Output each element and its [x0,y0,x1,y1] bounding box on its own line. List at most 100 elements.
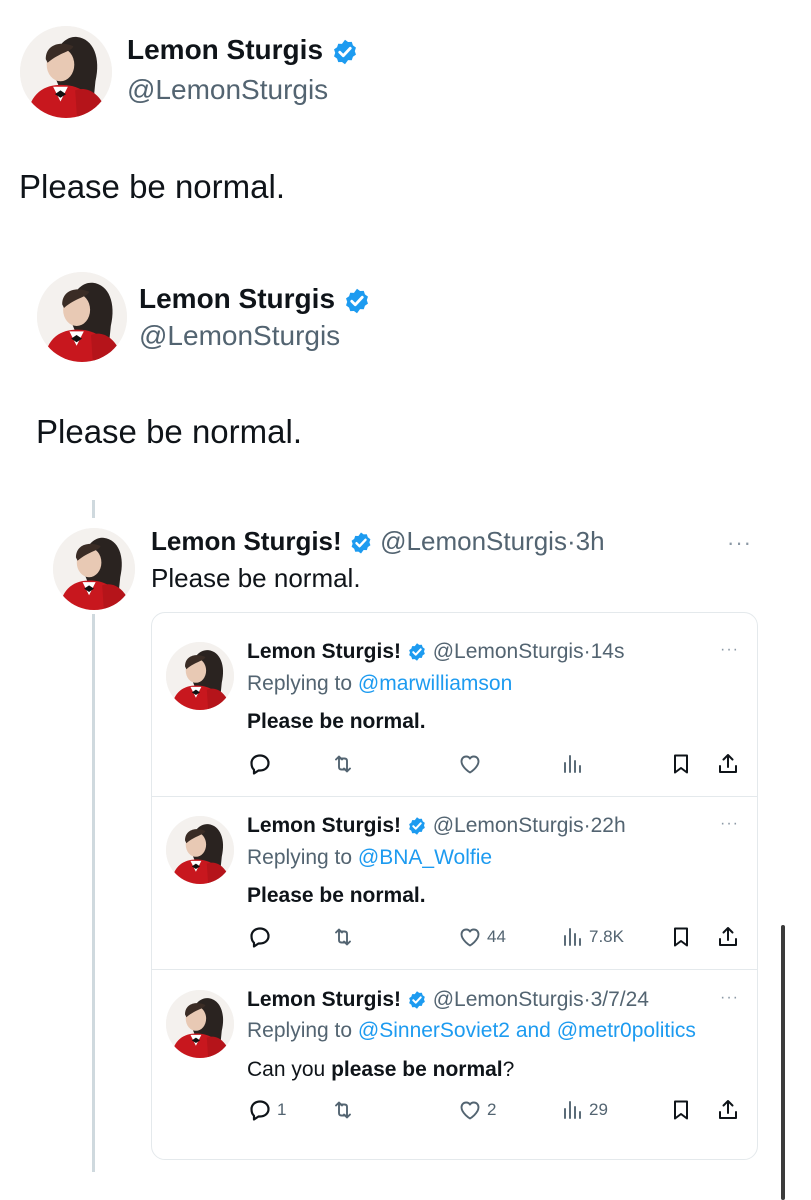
views-button[interactable]: 7.8K [560,925,624,949]
divider [152,969,757,970]
mention-link[interactable]: @metr0politics [557,1019,696,1042]
verified-badge-icon [331,38,359,66]
more-icon[interactable]: ··· [720,816,739,832]
replying-label: Replying to [247,672,353,695]
dot-separator: · [583,988,591,1011]
display-name-text[interactable]: Lemon Sturgis [127,34,323,65]
reply-text: Please be normal. [247,710,426,734]
dot-separator: · [566,526,576,556]
reply-icon [248,925,272,949]
mention-link[interactable]: @SinnerSoviet2 [358,1019,510,1042]
user-handle[interactable]: @LemonSturgis [433,640,584,663]
display-name[interactable]: Lemon Sturgis! [247,814,401,837]
avatar[interactable] [20,26,112,118]
verified-badge-icon [349,531,373,555]
avatar[interactable] [53,528,135,610]
display-name[interactable]: Lemon Sturgis! [247,988,401,1011]
user-handle[interactable]: @LemonSturgis [433,814,584,837]
timestamp[interactable]: 3/7/24 [591,988,649,1011]
verified-badge-icon [407,642,427,662]
display-name[interactable]: Lemon Sturgis [127,34,359,66]
retweet-icon [330,925,356,949]
avatar[interactable] [166,990,234,1058]
views-button[interactable] [560,752,589,776]
display-name[interactable]: Lemon Sturgis! [247,640,401,663]
retweet-icon [330,752,356,776]
share-button[interactable] [716,1098,740,1122]
like-button[interactable]: 2 [458,1098,496,1122]
more-icon[interactable]: ··· [720,990,739,1006]
bookmark-button[interactable] [669,752,693,776]
views-button[interactable]: 29 [560,1098,608,1122]
verified-badge-icon [407,990,427,1010]
bookmark-button[interactable] [669,925,693,949]
timestamp[interactable]: 14s [591,640,625,663]
like-icon [458,925,482,949]
divider [152,796,757,797]
tweet-header: Lemon Sturgis! @LemonSturgis·3h [151,526,605,557]
replying-to: Replying to @SinnerSoviet2 and @metr0pol… [247,1019,696,1043]
like-button[interactable] [458,752,487,776]
avatar[interactable] [166,816,234,884]
mention-link[interactable]: @marwilliamson [358,672,512,695]
user-handle[interactable]: @LemonSturgis [433,988,584,1011]
reply-header: Lemon Sturgis! @LemonSturgis·22h [247,814,626,838]
bookmark-icon [669,925,693,949]
views-icon [560,1098,584,1122]
scrollbar[interactable] [781,925,785,1200]
like-count: 44 [487,927,506,946]
avatar[interactable] [166,642,234,710]
more-icon[interactable]: ··· [727,532,752,554]
reply-text: Please be normal. [247,884,426,908]
views-count: 29 [589,1100,608,1119]
bookmark-button[interactable] [669,1098,693,1122]
share-icon [716,925,740,949]
dot-separator: · [583,814,591,837]
reply-icon [248,752,272,776]
user-handle[interactable]: @LemonSturgis [127,74,328,106]
views-icon [560,752,584,776]
user-handle[interactable]: @LemonSturgis [139,320,340,352]
replying-and: and [515,1019,551,1042]
mention-link[interactable]: @BNA_Wolfie [358,846,492,869]
like-count: 2 [487,1100,497,1119]
retweet-icon [330,1098,356,1122]
verified-badge-icon [407,816,427,836]
replying-label: Replying to [247,846,353,869]
views-count: 7.8K [589,927,624,946]
thread-line [92,500,95,518]
retweet-button[interactable] [330,752,356,776]
thread-line [92,614,95,1172]
like-icon [458,752,482,776]
share-icon [716,1098,740,1122]
avatar[interactable] [37,272,127,362]
reply-button[interactable] [248,925,277,949]
share-icon [716,752,740,776]
share-button[interactable] [716,925,740,949]
more-icon[interactable]: ··· [720,642,739,658]
reply-button[interactable] [248,752,277,776]
reply-text: Can you please be normal? [247,1058,514,1082]
user-handle[interactable]: @LemonSturgis [380,526,567,556]
tweet-text: Please be normal. [19,168,285,205]
replying-label: Replying to [247,1019,353,1042]
timestamp[interactable]: 3h [576,526,605,556]
replying-to: Replying to @BNA_Wolfie [247,846,492,870]
reply-text-post: ? [502,1058,515,1081]
tweet-text: Please be normal. [151,563,361,593]
reply-header: Lemon Sturgis! @LemonSturgis·3/7/24 [247,988,649,1012]
reply-text-bold: Please be normal. [247,710,426,733]
tweet-text: Please be normal. [36,413,302,450]
timestamp[interactable]: 22h [591,814,626,837]
reply-count: 1 [277,1100,287,1119]
display-name[interactable]: Lemon Sturgis [139,283,371,315]
retweet-button[interactable] [330,925,356,949]
retweet-button[interactable] [330,1098,356,1122]
share-button[interactable] [716,752,740,776]
display-name-text[interactable]: Lemon Sturgis [139,283,335,314]
reply-text-bold: please be normal [331,1058,503,1081]
like-button[interactable]: 44 [458,925,506,949]
bookmark-icon [669,1098,693,1122]
display-name[interactable]: Lemon Sturgis! [151,526,342,556]
reply-button[interactable]: 1 [248,1098,286,1122]
